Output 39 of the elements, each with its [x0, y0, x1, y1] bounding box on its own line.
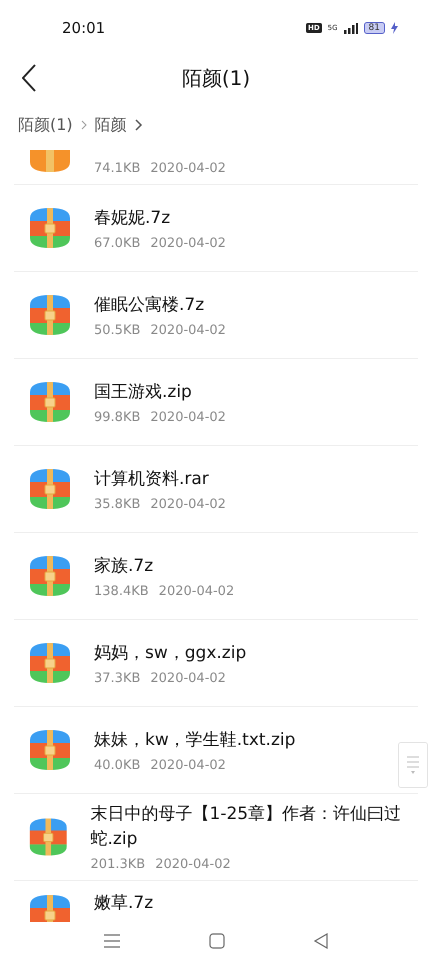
file-size: 50.5KB [94, 322, 140, 338]
file-date: 2020-04-02 [150, 758, 226, 772]
status-time: 20:01 [62, 19, 106, 37]
file-name: 国王游戏.zip [94, 380, 193, 404]
back-icon[interactable] [314, 933, 328, 949]
chevron-icon [134, 119, 143, 131]
file-date: 2020-04-02 [150, 161, 226, 176]
file-size: 138.4KB [94, 584, 149, 598]
fast-scroll-handle[interactable] [398, 742, 428, 788]
breadcrumb-link[interactable]: 陌颜(1) [18, 114, 73, 136]
file-date: 2020-04-02 [150, 496, 226, 512]
file-name: 嫩草.7z [94, 892, 154, 915]
file-date: 2020-04-02 [150, 236, 226, 250]
file-date: 2020-04-02 [155, 857, 231, 872]
page-title: 陌颜(1) [182, 64, 250, 92]
file-size: 74.1KB [94, 161, 140, 176]
file-name: 春妮妮.7z [94, 206, 172, 230]
file-date: 2020-04-02 [150, 410, 226, 424]
chevron-icon [80, 120, 87, 130]
file-date: 2020-04-02 [158, 584, 234, 598]
file-size: 201.3KB [90, 857, 146, 872]
file-size: 37.3KB [94, 670, 140, 686]
battery-level: 81 [364, 22, 385, 34]
file-size: 35.8KB [94, 496, 140, 512]
file-name: 妈妈，sw，ggx.zip [94, 642, 246, 664]
file-size: 40.0KB [94, 758, 140, 772]
file-name: 妹妹，kw，学生鞋.txt.zip [94, 728, 296, 752]
file-name: 催眠公寓楼.7z [94, 294, 206, 316]
file-date: 2020-04-02 [150, 670, 226, 686]
file-name: 末日中的母子【1-25章】作者：许仙曰过蛇.zip [90, 803, 402, 851]
file-size: 99.8KB [94, 410, 140, 424]
signal-icon [344, 22, 358, 34]
file-size: 67.0KB [94, 236, 140, 250]
home-icon[interactable] [208, 933, 225, 949]
file-name: 家族.7z [94, 554, 154, 578]
file-date: 2020-04-02 [150, 322, 226, 338]
menu-icon[interactable] [104, 934, 120, 948]
file-name: 计算机资料.rar [94, 468, 210, 490]
breadcrumb-link[interactable]: 陌颜 [94, 114, 127, 136]
